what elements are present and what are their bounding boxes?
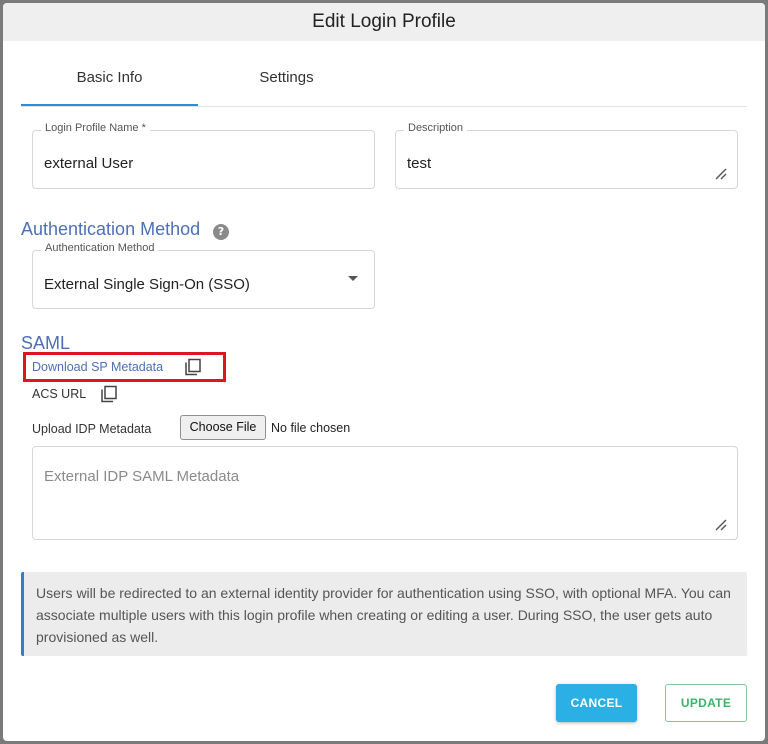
resize-handle-icon[interactable] <box>713 166 727 180</box>
login-profile-name-label: Login Profile Name * <box>41 122 150 134</box>
upload-idp-metadata-label: Upload IDP Metadata <box>32 422 152 436</box>
chevron-down-icon <box>348 276 358 281</box>
authentication-method-select[interactable]: Authentication Method External Single Si… <box>32 242 375 309</box>
tab-bar: Basic Info Settings <box>21 51 747 107</box>
copy-icon[interactable] <box>100 385 118 403</box>
login-profile-name-field[interactable]: Login Profile Name * external User <box>32 122 375 189</box>
download-sp-metadata-link[interactable]: Download SP Metadata <box>32 360 163 374</box>
info-text: Users will be redirected to an external … <box>36 585 731 645</box>
resize-handle-icon[interactable] <box>713 517 727 531</box>
cancel-button[interactable]: CANCEL <box>556 684 637 722</box>
description-field[interactable]: Description test <box>395 122 738 189</box>
tab-basic-info[interactable]: Basic Info <box>21 51 198 106</box>
idp-metadata-placeholder: External IDP SAML Metadata <box>44 468 240 485</box>
info-banner: Users will be redirected to an external … <box>21 572 747 656</box>
authentication-method-label: Authentication Method <box>41 242 159 254</box>
help-icon[interactable]: ? <box>213 224 229 240</box>
update-button[interactable]: UPDATE <box>665 684 747 722</box>
edit-login-profile-dialog: Edit Login Profile Basic Info Settings L… <box>3 3 765 741</box>
login-profile-name-value: external User <box>44 155 134 172</box>
dialog-title: Edit Login Profile <box>3 3 765 41</box>
copy-icon[interactable] <box>184 358 202 376</box>
acs-url-label: ACS URL <box>32 387 87 401</box>
idp-metadata-textarea[interactable]: External IDP SAML Metadata <box>32 446 738 540</box>
file-status: No file chosen <box>271 421 351 435</box>
choose-file-button[interactable]: Choose File <box>180 415 266 440</box>
description-value: test <box>407 155 432 172</box>
authentication-method-value: External Single Sign-On (SSO) <box>44 276 250 293</box>
tab-settings[interactable]: Settings <box>198 51 375 105</box>
description-label: Description <box>404 122 468 134</box>
saml-heading: SAML <box>21 333 71 353</box>
authentication-method-heading: Authentication Method <box>21 219 201 239</box>
